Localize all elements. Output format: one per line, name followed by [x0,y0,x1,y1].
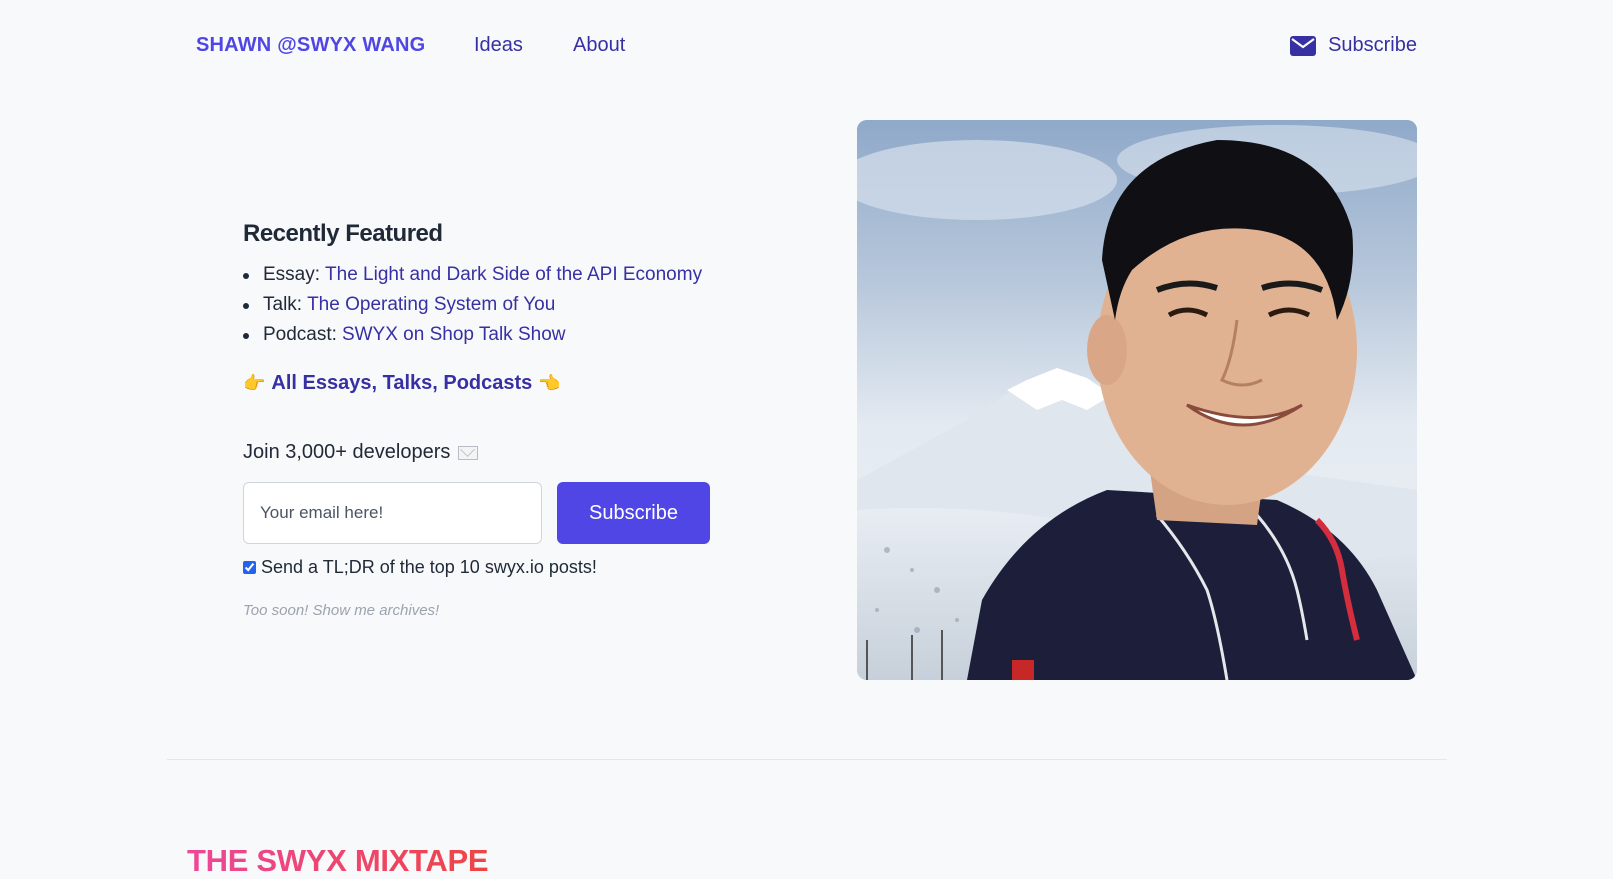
join-text-row: Join 3,000+ developers [243,441,723,464]
top-nav: SHAWN @SWYX WANG Ideas About Subscribe [0,0,1613,90]
portrait-illustration [857,120,1417,680]
subscribe-form: Subscribe [243,482,723,544]
tldr-checkbox[interactable] [243,561,256,574]
nav-subscribe-link[interactable]: Subscribe [1290,34,1417,57]
all-essays-link[interactable]: 👉 All Essays, Talks, Podcasts 👈 [243,372,723,395]
envelope-icon [458,445,479,460]
profile-photo [857,120,1417,680]
hero-left: Recently Featured Essay: The Light and D… [243,220,723,619]
pointing-right-icon: 👉 [243,373,266,394]
list-item: Podcast: SWYX on Shop Talk Show [243,320,723,350]
email-field[interactable] [243,482,542,544]
recently-featured-heading: Recently Featured [243,220,443,247]
nav-subscribe-label: Subscribe [1328,34,1417,56]
featured-list: Essay: The Light and Dark Side of the AP… [243,260,723,350]
featured-link[interactable]: The Operating System of You [307,290,555,320]
subscribe-button[interactable]: Subscribe [557,482,710,544]
list-item: Talk: The Operating System of You [243,290,723,320]
bullet-icon [243,273,249,279]
list-item: Essay: The Light and Dark Side of the AP… [243,260,723,290]
brand-link[interactable]: SHAWN @SWYX WANG [196,34,425,57]
bullet-icon [243,333,249,339]
pointing-left-icon: 👈 [538,373,561,394]
tldr-checkbox-label: Send a TL;DR of the top 10 swyx.io posts… [261,557,597,577]
join-text: Join 3,000+ developers [243,441,451,463]
nav-link-ideas[interactable]: Ideas [474,34,523,57]
featured-kind: Podcast: [263,324,337,345]
archives-link[interactable]: Too soon! Show me archives! [243,602,723,619]
featured-link[interactable]: SWYX on Shop Talk Show [342,320,566,350]
mixtape-heading: THE SWYX MIXTAPE [187,843,489,878]
section-divider [167,759,1447,760]
nav-link-about[interactable]: About [573,34,625,57]
tldr-checkbox-row[interactable]: Send a TL;DR of the top 10 swyx.io posts… [243,557,723,578]
featured-kind: Essay: [263,264,321,285]
featured-link[interactable]: The Light and Dark Side of the API Econo… [325,260,702,290]
all-essays-label: All Essays, Talks, Podcasts [271,372,533,394]
bullet-icon [243,303,249,309]
mail-icon [1290,35,1317,56]
featured-kind: Talk: [263,294,303,315]
